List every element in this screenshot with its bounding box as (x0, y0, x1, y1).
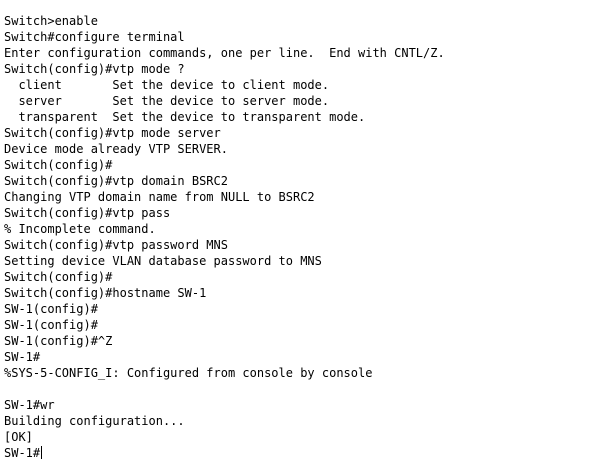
terminal-line: transparent Set the device to transparen… (4, 110, 366, 124)
terminal-line: %SYS-5-CONFIG_I: Configured from console… (4, 366, 373, 380)
terminal-line: SW-1(config)#^Z (4, 334, 113, 348)
terminal-line: [OK] (4, 430, 33, 444)
terminal-line: SW-1(config)# (4, 318, 98, 332)
terminal-line: Setting device VLAN database password to… (4, 254, 322, 268)
terminal-line: Changing VTP domain name from NULL to BS… (4, 190, 315, 204)
terminal-line: Switch(config)#vtp mode server (4, 126, 221, 140)
terminal-line: Switch(config)#vtp domain BSRC2 (4, 174, 228, 188)
text-cursor (41, 446, 43, 459)
terminal-line: server Set the device to server mode. (4, 94, 330, 108)
terminal-line: SW-1(config)# (4, 302, 98, 316)
terminal-line: Building configuration... (4, 414, 185, 428)
terminal-line: SW-1# (4, 350, 41, 364)
terminal-line: % Incomplete command. (4, 222, 156, 236)
terminal-prompt-line[interactable]: SW-1# (4, 445, 597, 461)
terminal-console[interactable]: Switch>enable Switch#configure terminal … (0, 0, 597, 460)
terminal-line: Switch(config)#vtp pass (4, 206, 171, 220)
terminal-line: Switch(config)#vtp mode ? (4, 62, 185, 76)
terminal-line: Switch#configure terminal (4, 30, 185, 44)
terminal-line: Device mode already VTP SERVER. (4, 142, 228, 156)
terminal-line: Switch>enable (4, 14, 98, 28)
terminal-line: client Set the device to client mode. (4, 78, 330, 92)
terminal-line: Switch(config)#vtp password MNS (4, 238, 228, 252)
terminal-line: Switch(config)#hostname SW-1 (4, 286, 207, 300)
terminal-line: Switch(config)# (4, 270, 113, 284)
terminal-line: SW-1#wr (4, 398, 55, 412)
terminal-prompt: SW-1# (4, 446, 41, 460)
terminal-line: Switch(config)# (4, 158, 113, 172)
terminal-line: Enter configuration commands, one per li… (4, 46, 445, 60)
